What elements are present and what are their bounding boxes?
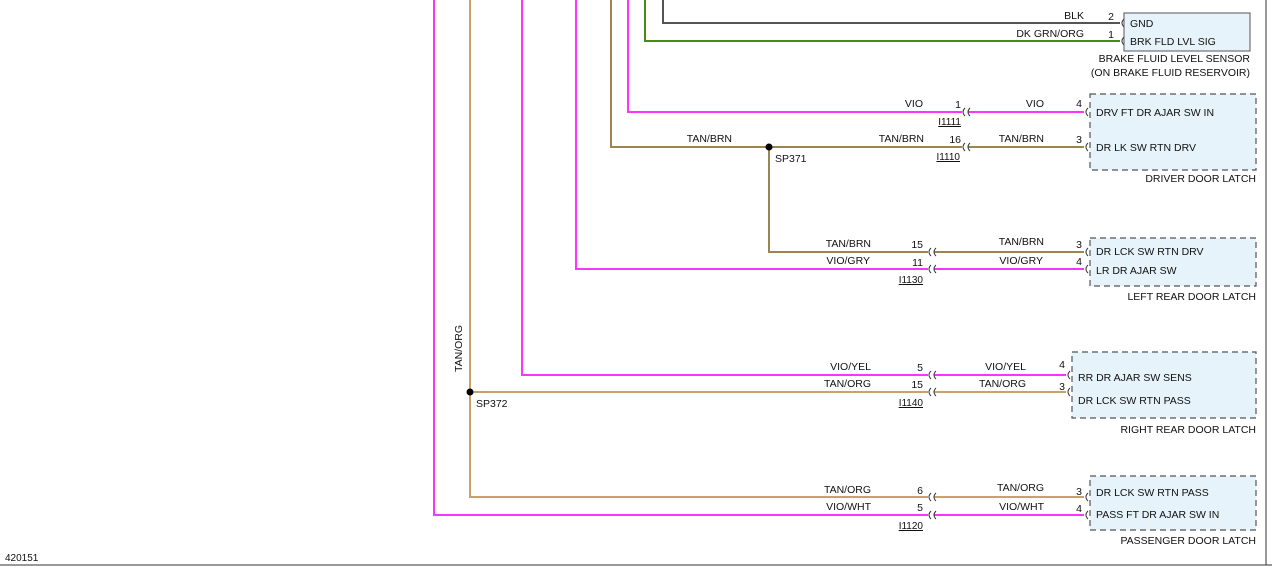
wire-blk-gnd	[662, 0, 1120, 24]
driver-door-latch-box	[1089, 93, 1257, 171]
pin-name-rr-dr-ajar-sw-sens: RR DR AJAR SW SENS	[1078, 372, 1192, 384]
left-rear-door-latch-label: LEFT REAR DOOR LATCH	[1127, 291, 1256, 303]
wire-tan-org-passenger	[469, 392, 928, 498]
wire-label-vio-wht-right: VIO/WHT	[999, 501, 1044, 513]
wire-label-vio-gry: VIO/GRY	[826, 255, 870, 267]
pin-name-dr-lck-sw-rtn-pass: DR LCK SW RTN PASS	[1096, 487, 1209, 499]
pin-name-gnd: GND	[1130, 18, 1154, 30]
wire-label-vio-yel: VIO/YEL	[830, 361, 871, 373]
connector-id-i1130: I1130	[899, 275, 924, 286]
wire-label-tan-org-pass-right: TAN/ORG	[997, 482, 1044, 494]
splice-label-sp371: SP371	[775, 153, 807, 165]
wire-vio-yel	[521, 0, 928, 376]
pin-name-dr-lk-sw-rtn-drv: DR LK SW RTN DRV	[1096, 142, 1196, 154]
pin-number: 4	[1059, 359, 1065, 371]
pin-arc-driver-3	[1085, 142, 1089, 152]
right-rear-door-latch-label: RIGHT REAR DOOR LATCH	[1120, 424, 1256, 436]
pin-name-drv-ft-dr-ajar: DRV FT DR AJAR SW IN	[1096, 107, 1214, 119]
pin-name-brk-fld-lvl-sig: BRK FLD LVL SIG	[1130, 36, 1216, 48]
brake-fluid-sensor-sublabel: (ON BRAKE FLUID RESERVOIR)	[1091, 67, 1250, 79]
wire-label-vio: VIO	[905, 98, 923, 110]
inline-pin-number: 15	[911, 239, 923, 251]
figure-id: 420151	[5, 553, 39, 564]
pin-name-pass-ft-dr-ajar-sw-in: PASS FT DR AJAR SW IN	[1096, 509, 1219, 521]
pin-arc-right-rear-3	[1067, 387, 1071, 397]
inline-pin-number: 6	[917, 485, 923, 497]
pin-name-lr-dr-ajar-sw: LR DR AJAR SW	[1096, 265, 1177, 277]
wire-label-tan-brn-right: TAN/BRN	[999, 133, 1044, 145]
wire-label-vio-right: VIO	[1026, 98, 1044, 110]
pin-number: 3	[1076, 486, 1082, 498]
pin-arc-driver-4	[1085, 107, 1089, 117]
wire-label-vio-gry-right: VIO/GRY	[999, 255, 1043, 267]
wire-label-blk: BLK	[1064, 10, 1084, 22]
pin-number: 4	[1076, 256, 1082, 268]
wire-label-tan-brn: TAN/BRN	[687, 133, 732, 145]
splice-sp371-dot	[765, 143, 773, 151]
pin-number: 2	[1108, 11, 1114, 23]
connector-id-i1111: I1111	[938, 117, 961, 128]
inline-pin-number: 5	[917, 362, 923, 374]
pin-arc-passenger-4	[1085, 510, 1089, 520]
wire-label-tan-brn-lr-right: TAN/BRN	[999, 236, 1044, 248]
wire-label-dk-grn-org: DK GRN/ORG	[1016, 28, 1084, 40]
pin-arc-passenger-3	[1085, 492, 1089, 502]
connector-id-i1120: I1120	[899, 521, 924, 532]
driver-door-latch-label: DRIVER DOOR LATCH	[1145, 173, 1256, 185]
pin-arc-left-rear-3	[1085, 247, 1089, 257]
pin-number: 3	[1076, 239, 1082, 251]
passenger-door-latch-box	[1089, 475, 1257, 531]
pin-arc-right-rear-4	[1067, 370, 1071, 380]
wire-label-tan-org-rr-right: TAN/ORG	[979, 378, 1026, 390]
inline-pin-number: 11	[912, 257, 923, 269]
wire-vio-driver	[627, 0, 962, 113]
wire-label-tan-brn-lr: TAN/BRN	[826, 238, 871, 250]
pin-number: 4	[1076, 503, 1082, 515]
pin-number: 4	[1076, 98, 1082, 110]
pin-number: 3	[1059, 381, 1065, 393]
connector-id-i1110: I1110	[936, 152, 960, 163]
pin-arc-left-rear-4	[1085, 264, 1089, 274]
pin-number: 3	[1076, 134, 1082, 146]
wiring-diagram: BLK 2 GND DK GRN/ORG 1 BRK FLD LVL SIG B…	[0, 0, 1272, 566]
wire-label-vio-wht: VIO/WHT	[826, 501, 871, 513]
right-rear-door-latch-box	[1071, 351, 1257, 419]
connector-id-i1140: I1140	[899, 398, 924, 409]
inline-pin-number: 5	[917, 502, 923, 514]
splice-label-sp372: SP372	[476, 398, 508, 410]
wire-label-tan-org-rr: TAN/ORG	[824, 378, 871, 390]
passenger-door-latch-label: PASSENGER DOOR LATCH	[1120, 535, 1256, 547]
wire-label-tan-org-pass: TAN/ORG	[824, 484, 871, 496]
brake-fluid-sensor-label: BRAKE FLUID LEVEL SENSOR	[1099, 53, 1251, 65]
inline-pin-number: 15	[911, 379, 923, 391]
inline-pin-number: 1	[955, 99, 961, 111]
wire-label-tan-brn-mid: TAN/BRN	[879, 133, 924, 145]
splice-sp372-dot	[466, 388, 474, 396]
inline-pin-number: 16	[949, 134, 961, 146]
pin-number: 1	[1108, 29, 1114, 41]
wire-label-vio-yel-right: VIO/YEL	[985, 361, 1026, 373]
pin-name-dr-lck-sw-rtn-pass: DR LCK SW RTN PASS	[1078, 395, 1191, 407]
pin-name-dr-lck-sw-rtn-drv: DR LCK SW RTN DRV	[1096, 246, 1204, 258]
wire-label-tan-org-vertical: TAN/ORG	[453, 325, 465, 372]
